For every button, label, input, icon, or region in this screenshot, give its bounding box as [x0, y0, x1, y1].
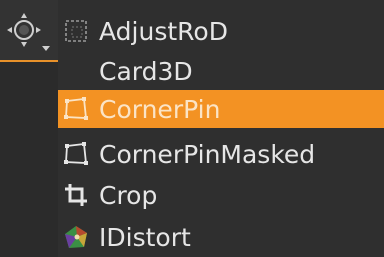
crop-icon: [65, 184, 87, 206]
menu-item-corner-pin[interactable]: CornerPin: [58, 90, 384, 128]
menu-item-label: AdjustRoD: [99, 16, 228, 46]
transform-nodes-menu: AdjustRoD Card3D CornerPin CornerPinMask…: [58, 0, 384, 257]
menu-item-card3d[interactable]: Card3D: [58, 52, 384, 90]
corner-pin-icon: [64, 97, 88, 120]
menu-item-corner-pin-masked[interactable]: CornerPinMasked: [58, 135, 384, 173]
menu-item-label: Card3D: [99, 56, 193, 86]
menu-item-idistort[interactable]: IDistort: [58, 218, 384, 256]
card3d-icon-placeholder: [63, 58, 89, 84]
transform-toolbar-button[interactable]: [0, 0, 60, 62]
menu-item-adjust-rod[interactable]: AdjustRoD: [58, 12, 384, 50]
idistort-icon: [65, 226, 87, 248]
corner-pin-masked-icon: [64, 142, 88, 165]
menu-item-label: CornerPin: [99, 94, 221, 124]
transform-icon: [7, 13, 50, 51]
menu-item-label: IDistort: [99, 222, 191, 252]
adjust-rod-icon: [65, 20, 87, 42]
menu-item-label: Crop: [99, 180, 158, 210]
menu-item-crop[interactable]: Crop: [58, 176, 384, 214]
menu-item-label: CornerPinMasked: [99, 139, 316, 169]
